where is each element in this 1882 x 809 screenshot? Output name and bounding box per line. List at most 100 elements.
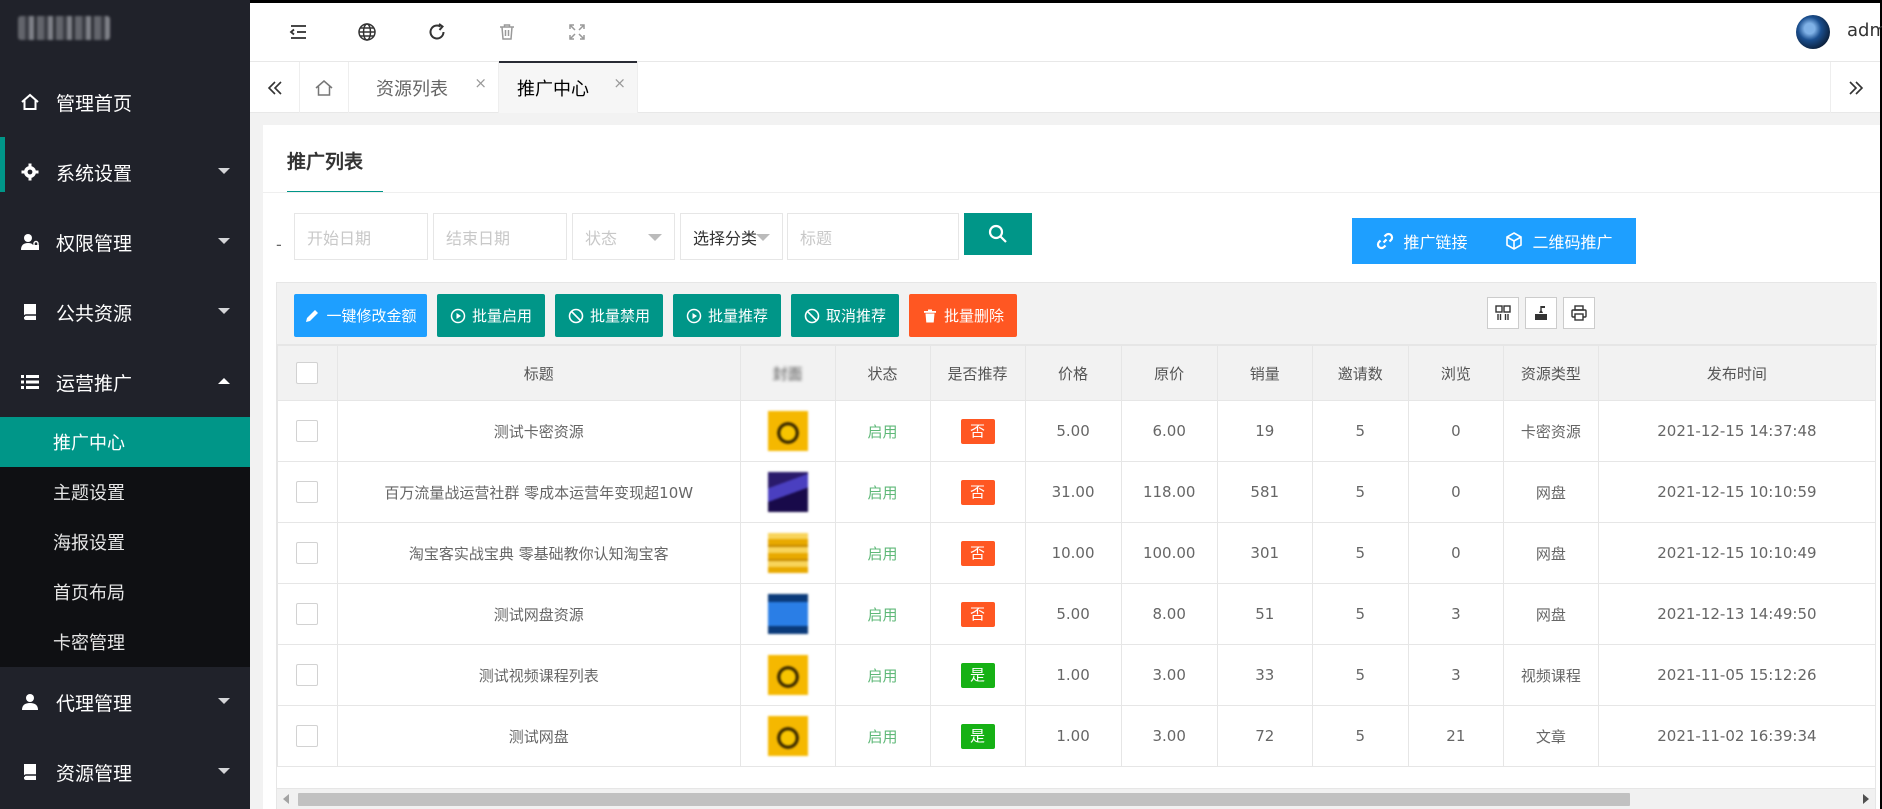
- cancel-recommend-button[interactable]: 取消推荐: [791, 294, 899, 337]
- select-all-checkbox[interactable]: [296, 362, 319, 384]
- sidebar-item-agents[interactable]: 代理管理: [0, 667, 250, 737]
- batch-recommend-button[interactable]: 批量推荐: [673, 294, 781, 337]
- recommend-badge[interactable]: 否: [960, 601, 995, 627]
- cover-thumbnail[interactable]: [767, 655, 808, 695]
- title-search-input[interactable]: 标题: [787, 213, 959, 260]
- sidebar-item-operations[interactable]: 运营推广: [0, 347, 250, 417]
- edit-amount-button[interactable]: 一键修改金额: [294, 294, 427, 337]
- table-header-row: 标题 封面 状态 是否推荐 价格 原价 销量 邀请数 浏览 资源类型 发布时间: [277, 345, 1877, 401]
- row-checkbox[interactable]: [296, 542, 319, 564]
- publish-time-cell: 2021-11-02 16:39:34: [1597, 705, 1877, 767]
- avatar[interactable]: [1796, 15, 1830, 49]
- row-checkbox[interactable]: [296, 420, 319, 442]
- close-icon[interactable]: ×: [474, 74, 487, 92]
- tab-resource-list[interactable]: 资源列表 ×: [349, 62, 499, 113]
- batch-enable-button[interactable]: 批量启用: [437, 294, 545, 337]
- row-checkbox[interactable]: [296, 603, 319, 625]
- sidebar-item-permissions[interactable]: 权限管理: [0, 207, 250, 277]
- columns-toggle-button[interactable]: [1487, 297, 1519, 329]
- recommend-badge[interactable]: 是: [960, 723, 995, 749]
- column-header-views[interactable]: 浏览: [1407, 345, 1504, 401]
- sidebar-subitem-homepage-layout[interactable]: 首页布局: [0, 567, 250, 617]
- status-cell: 启用: [834, 400, 931, 462]
- end-date-input[interactable]: 结束日期: [433, 213, 567, 260]
- scrollbar-thumb[interactable]: [298, 793, 1630, 806]
- publish-time-cell: 2021-11-05 15:12:26: [1597, 644, 1877, 706]
- column-header-sales[interactable]: 销量: [1216, 345, 1313, 401]
- tabs-scroll-right-button[interactable]: [1830, 62, 1880, 113]
- column-header-invites[interactable]: 邀请数: [1311, 345, 1409, 401]
- recommend-badge[interactable]: 否: [960, 479, 995, 505]
- cover-thumbnail[interactable]: [767, 594, 808, 634]
- recommend-badge[interactable]: 否: [960, 540, 995, 566]
- globe-icon[interactable]: [355, 20, 379, 44]
- table-row[interactable]: 测试视频课程列表 启用 是 1.00 3.00 33 5 3 视频课程 2021-11-05 15…: [277, 644, 1877, 706]
- batch-disable-button[interactable]: 批量禁用: [555, 294, 663, 337]
- horizontal-scrollbar[interactable]: [277, 788, 1875, 809]
- export-button[interactable]: [1525, 297, 1557, 329]
- column-header-price[interactable]: 价格: [1024, 345, 1122, 401]
- cover-thumbnail[interactable]: [767, 533, 808, 573]
- sidebar-item-public-resources[interactable]: 公共资源: [0, 277, 250, 347]
- sidebar-subitem-card-management[interactable]: 卡密管理: [0, 617, 250, 667]
- table-row[interactable]: 测试网盘资源 启用 否 5.00 8.00 51 5 3 网盘 2021-12-13 14:49:…: [277, 583, 1877, 645]
- user-name[interactable]: adm: [1847, 20, 1882, 41]
- cover-thumbnail[interactable]: [767, 472, 808, 512]
- fullscreen-icon[interactable]: [565, 20, 589, 44]
- category-select[interactable]: 选择分类: [680, 213, 783, 260]
- resource-type-cell: 网盘: [1502, 522, 1599, 584]
- cover-cell: [739, 644, 836, 706]
- table-row[interactable]: 测试网盘 启用 是 1.00 3.00 72 5 21 文章 2021-11-02 16:39:3…: [277, 705, 1877, 767]
- price-cell: 1.00: [1024, 644, 1122, 706]
- close-icon[interactable]: ×: [613, 74, 626, 92]
- row-checkbox[interactable]: [296, 664, 319, 686]
- scroll-left-arrow-icon[interactable]: [283, 794, 289, 804]
- refresh-icon[interactable]: [425, 20, 449, 44]
- sales-cell: 33: [1216, 644, 1313, 706]
- table-row[interactable]: 百万流量战运营社群 零成本运营年变现超10W 启用 否 31.00 118.00 581 5…: [277, 461, 1877, 523]
- tabs-scroll-left-button[interactable]: [250, 62, 300, 113]
- column-header-cover[interactable]: 封面: [739, 345, 836, 401]
- cover-thumbnail[interactable]: [767, 411, 808, 451]
- column-header-status[interactable]: 状态: [834, 345, 931, 401]
- price-cell: 1.00: [1024, 705, 1122, 767]
- column-header-cover-label: 封面: [772, 364, 803, 383]
- print-button[interactable]: [1563, 297, 1595, 329]
- sidebar-item-system-settings[interactable]: 系统设置: [0, 137, 250, 207]
- user-lock-icon: [20, 232, 40, 252]
- tab-home[interactable]: [300, 62, 349, 113]
- start-date-input[interactable]: 开始日期: [294, 213, 428, 260]
- cover-thumbnail[interactable]: [767, 716, 808, 756]
- table-body: 测试卡密资源 启用否 5.00 6.00 19 5 0 卡密资源 2021-12-15 14:3…: [277, 400, 1877, 767]
- recommend-badge[interactable]: 否: [960, 418, 995, 444]
- qr-promo-button[interactable]: 二维码推广: [1481, 218, 1636, 264]
- chevron-down-icon: [218, 698, 230, 704]
- tab-promotion-center[interactable]: 推广中心 ×: [499, 61, 638, 113]
- column-header-publish-time[interactable]: 发布时间: [1597, 345, 1877, 401]
- recommend-badge[interactable]: 是: [960, 662, 995, 688]
- sidebar-subitem-poster-settings[interactable]: 海报设置: [0, 517, 250, 567]
- batch-delete-button[interactable]: 批量删除: [909, 294, 1017, 337]
- invites-cell: 5: [1311, 461, 1409, 523]
- sidebar-subitem-theme-settings[interactable]: 主题设置: [0, 467, 250, 517]
- status-select[interactable]: 状态: [572, 213, 675, 260]
- sidebar-item-resource-management[interactable]: 资源管理: [0, 737, 250, 807]
- trash-icon[interactable]: [495, 20, 519, 44]
- column-header-recommend[interactable]: 是否推荐: [929, 345, 1026, 401]
- sidebar-subitem-promotion-center[interactable]: 推广中心: [0, 417, 250, 467]
- table-row[interactable]: 淘宝客实战宝典 零基础教你认知淘宝客 启用 否 10.00 100.00 301 5 0 网盘 2…: [277, 522, 1877, 584]
- row-checkbox[interactable]: [296, 725, 319, 747]
- menu-fold-icon[interactable]: [286, 20, 310, 44]
- table-row[interactable]: 测试卡密资源 启用 否 5.00 6.00 19 5 0 卡密资源 2021-12-15 14:3…: [277, 400, 1877, 462]
- column-header-resource-type[interactable]: 资源类型: [1502, 345, 1599, 401]
- column-header-original-price[interactable]: 原价: [1120, 345, 1218, 401]
- cube-icon: [1504, 231, 1524, 251]
- search-button[interactable]: [964, 213, 1032, 255]
- column-header-title[interactable]: 标题: [336, 345, 741, 401]
- row-checkbox[interactable]: [296, 481, 319, 503]
- card-title[interactable]: 推广列表: [287, 147, 363, 174]
- promo-link-button[interactable]: 推广链接: [1352, 218, 1491, 264]
- scroll-right-arrow-icon[interactable]: [1863, 794, 1869, 804]
- logo[interactable]: [18, 16, 110, 40]
- sidebar-item-home[interactable]: 管理首页: [0, 67, 250, 137]
